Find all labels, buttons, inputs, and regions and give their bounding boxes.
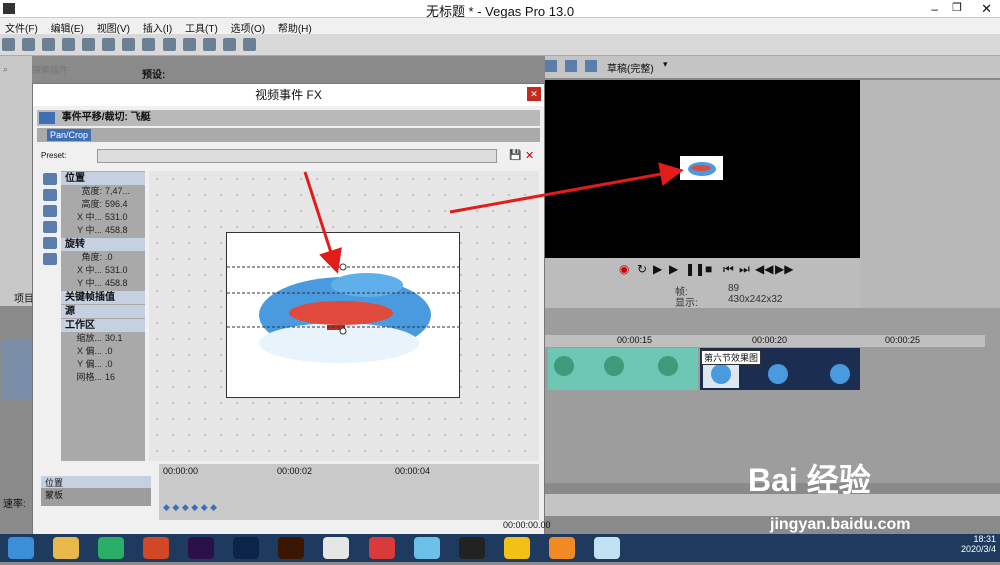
premiere-icon[interactable] [188,537,215,559]
app-icon-blue[interactable] [593,537,620,559]
qq-icon[interactable] [458,537,485,559]
app-icon-orange[interactable] [548,537,575,559]
qq-browser-icon[interactable] [413,537,440,559]
wechat-icon[interactable] [98,537,125,559]
system-clock[interactable]: 18:31 2020/3/4 [961,534,996,554]
folder-icon[interactable] [53,537,80,559]
vegas-icon[interactable] [323,537,350,559]
app-icon-red[interactable] [368,537,395,559]
illustrator-icon[interactable] [278,537,305,559]
chrome-icon[interactable] [503,537,530,559]
browser-icon[interactable] [8,537,34,559]
powerpoint-icon[interactable] [143,537,170,559]
taskbar [0,534,1000,562]
baidu-watermark-url: jingyan.baidu.com [770,516,911,533]
clock-date: 2020/3/4 [960,544,996,554]
clock-time: 18:31 [973,534,996,544]
photoshop-icon[interactable] [233,537,260,559]
